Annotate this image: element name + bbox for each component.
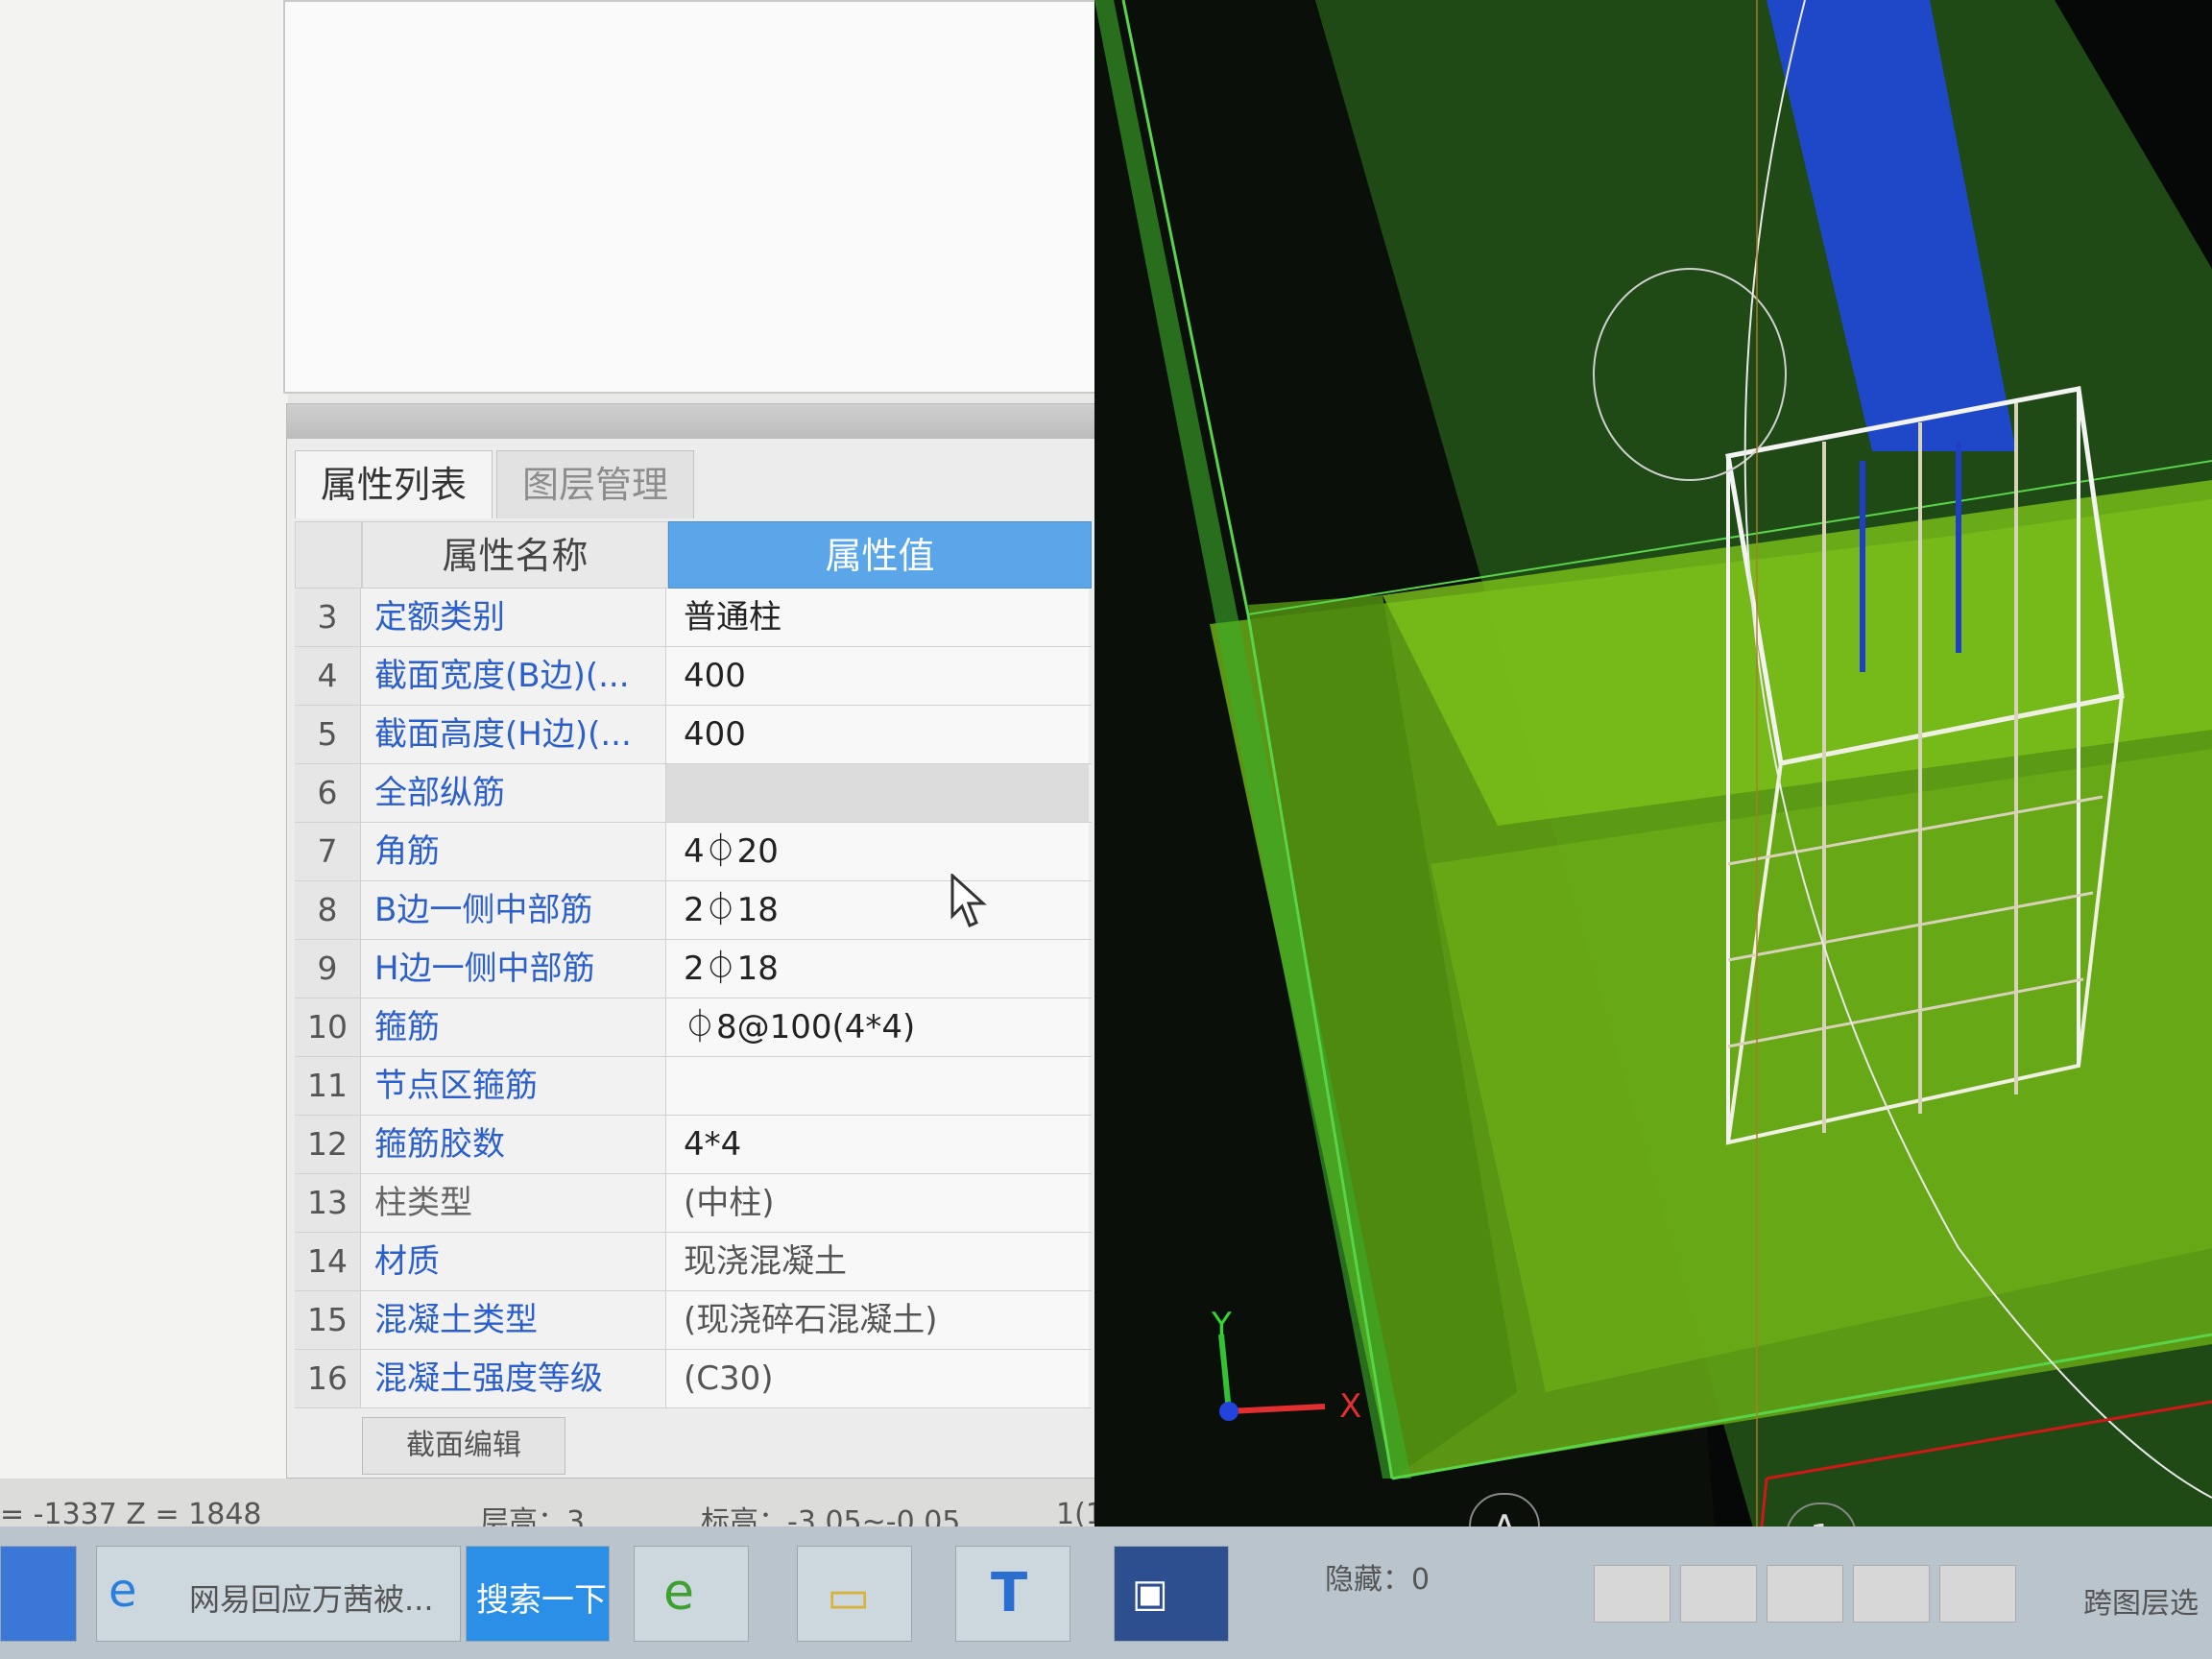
table-row[interactable]: 4 截面宽度(B边)(... 400 xyxy=(295,647,1092,706)
taskbar-app-t[interactable]: T xyxy=(955,1546,1070,1642)
row-number: 12 xyxy=(295,1116,361,1173)
row-number: 6 xyxy=(295,764,361,822)
taskbar-browser-item[interactable]: e 网易回应万茜被... xyxy=(96,1546,461,1642)
add-tool-button[interactable] xyxy=(1939,1565,2016,1623)
header-property-value[interactable]: 属性值 xyxy=(668,521,1092,589)
property-name: 截面宽度(B边)(... xyxy=(361,647,666,705)
tab-layer-management[interactable]: 图层管理 xyxy=(496,450,695,518)
property-panel: ✕ 属性列表 图层管理 属性名称 属性值 3 定额类别 普通柱 4 截面宽度(B… xyxy=(286,403,1145,1479)
taskbar-browser-label: 网易回应万茜被... xyxy=(189,1581,434,1618)
panel-titlebar[interactable] xyxy=(287,404,1144,439)
cross-layer-select[interactable]: 跨图层选 xyxy=(2083,1579,2199,1622)
property-value[interactable]: (中柱) xyxy=(666,1174,1089,1232)
table-row[interactable]: 13 柱类型 (中柱) xyxy=(295,1174,1092,1233)
row-number: 9 xyxy=(295,940,361,998)
hidden-count: 隐藏：0 xyxy=(1325,1563,1431,1597)
left-empty-area xyxy=(0,0,288,1479)
property-name: 箍筋 xyxy=(361,998,666,1056)
property-value[interactable]: 2⏀18 xyxy=(666,881,1089,939)
table-row[interactable]: 6 全部纵筋 xyxy=(295,764,1092,823)
rectangle-select-button[interactable] xyxy=(1680,1565,1757,1623)
property-value[interactable]: 4*4 xyxy=(666,1116,1089,1173)
cad-icon: ▣ xyxy=(1132,1572,1168,1616)
row-number: 5 xyxy=(295,706,361,763)
row-number: 3 xyxy=(295,589,361,646)
corner-tool-button[interactable] xyxy=(1594,1565,1671,1623)
table-row[interactable]: 15 混凝土类型 (现浇碎石混凝土) xyxy=(295,1291,1092,1350)
property-value[interactable]: 400 xyxy=(666,706,1089,763)
cross-select-button[interactable] xyxy=(1767,1565,1843,1623)
property-name: 截面高度(H边)(... xyxy=(361,706,666,763)
row-number: 10 xyxy=(295,998,361,1056)
property-value[interactable]: 400 xyxy=(666,647,1089,705)
property-value[interactable]: (现浇碎石混凝土) xyxy=(666,1291,1089,1349)
table-row[interactable]: 11 节点区箍筋 xyxy=(295,1057,1092,1116)
start-button[interactable] xyxy=(0,1546,77,1642)
property-value[interactable] xyxy=(666,764,1089,822)
property-name: 箍筋胶数 xyxy=(361,1116,666,1173)
row-number: 11 xyxy=(295,1057,361,1115)
table-row[interactable]: 3 定额类别 普通柱 xyxy=(295,589,1092,647)
property-value[interactable]: 2⏀18 xyxy=(666,940,1089,998)
folder-icon: ▭ xyxy=(827,1570,871,1623)
property-name: 混凝土强度等级 xyxy=(361,1350,666,1407)
header-property-name: 属性名称 xyxy=(361,521,669,589)
table-row[interactable]: 16 混凝土强度等级 (C30) xyxy=(295,1350,1092,1408)
property-name: B边一侧中部筋 xyxy=(361,881,666,939)
property-value[interactable]: 普通柱 xyxy=(666,589,1089,646)
property-name: 节点区箍筋 xyxy=(361,1057,666,1115)
section-edit-button[interactable]: 截面编辑 xyxy=(362,1417,565,1475)
property-grid: 属性名称 属性值 3 定额类别 普通柱 4 截面宽度(B边)(... 400 5… xyxy=(295,521,1092,1408)
property-name: 柱类型 xyxy=(361,1174,666,1232)
taskbar-app-green[interactable]: e xyxy=(634,1546,749,1642)
search-button-label: 搜索一下 xyxy=(476,1581,607,1620)
browser-green-icon: e xyxy=(663,1564,694,1622)
table-row[interactable]: 10 箍筋 ⏀8@100(4*4) xyxy=(295,998,1092,1057)
row-number: 16 xyxy=(295,1350,361,1407)
property-name: 全部纵筋 xyxy=(361,764,666,822)
grid-header: 属性名称 属性值 xyxy=(295,521,1092,589)
property-value[interactable]: (C30) xyxy=(666,1350,1089,1407)
property-value[interactable] xyxy=(666,1057,1089,1115)
axis-y-label: Y xyxy=(1212,1306,1232,1344)
tab-property-list[interactable]: 属性列表 xyxy=(295,450,493,518)
property-name: 材质 xyxy=(361,1233,666,1290)
property-name: H边一侧中部筋 xyxy=(361,940,666,998)
app-t-icon: T xyxy=(991,1562,1028,1624)
angle-tool-button[interactable] xyxy=(1853,1565,1930,1623)
property-value[interactable]: 4⏀20 xyxy=(666,823,1089,880)
3d-viewport[interactable]: Y X A 1 xyxy=(1094,0,2212,1575)
table-row[interactable]: 7 角筋 4⏀20 xyxy=(295,823,1092,881)
viewport-toolbar xyxy=(1594,1565,2026,1623)
row-number: 14 xyxy=(295,1233,361,1290)
row-number: 15 xyxy=(295,1291,361,1349)
taskbar-app-cad[interactable]: ▣ xyxy=(1114,1546,1229,1642)
panel-tabs: 属性列表 图层管理 xyxy=(295,450,698,518)
property-name: 定额类别 xyxy=(361,589,666,646)
axis-x-label: X xyxy=(1339,1387,1362,1426)
table-row[interactable]: 14 材质 现浇混凝土 xyxy=(295,1233,1092,1291)
mouse-cursor-icon xyxy=(950,874,987,927)
row-number: 7 xyxy=(295,823,361,880)
table-row[interactable]: 12 箍筋胶数 4*4 xyxy=(295,1116,1092,1174)
property-value[interactable]: ⏀8@100(4*4) xyxy=(666,998,1089,1056)
axis-triad: Y X xyxy=(1210,1306,1382,1434)
section-preview-area xyxy=(283,0,1152,394)
search-button[interactable]: 搜索一下 xyxy=(466,1546,610,1642)
row-number: 13 xyxy=(295,1174,361,1232)
property-name: 混凝土类型 xyxy=(361,1291,666,1349)
property-name: 角筋 xyxy=(361,823,666,880)
row-number: 8 xyxy=(295,881,361,939)
property-value[interactable]: 现浇混凝土 xyxy=(666,1233,1089,1290)
taskbar-app-folder[interactable]: ▭ xyxy=(797,1546,912,1642)
row-number: 4 xyxy=(295,647,361,705)
ie-icon: e xyxy=(108,1564,137,1618)
table-row[interactable]: 9 H边一侧中部筋 2⏀18 xyxy=(295,940,1092,998)
table-row[interactable]: 5 截面高度(H边)(... 400 xyxy=(295,706,1092,764)
header-num-cell xyxy=(295,521,362,589)
